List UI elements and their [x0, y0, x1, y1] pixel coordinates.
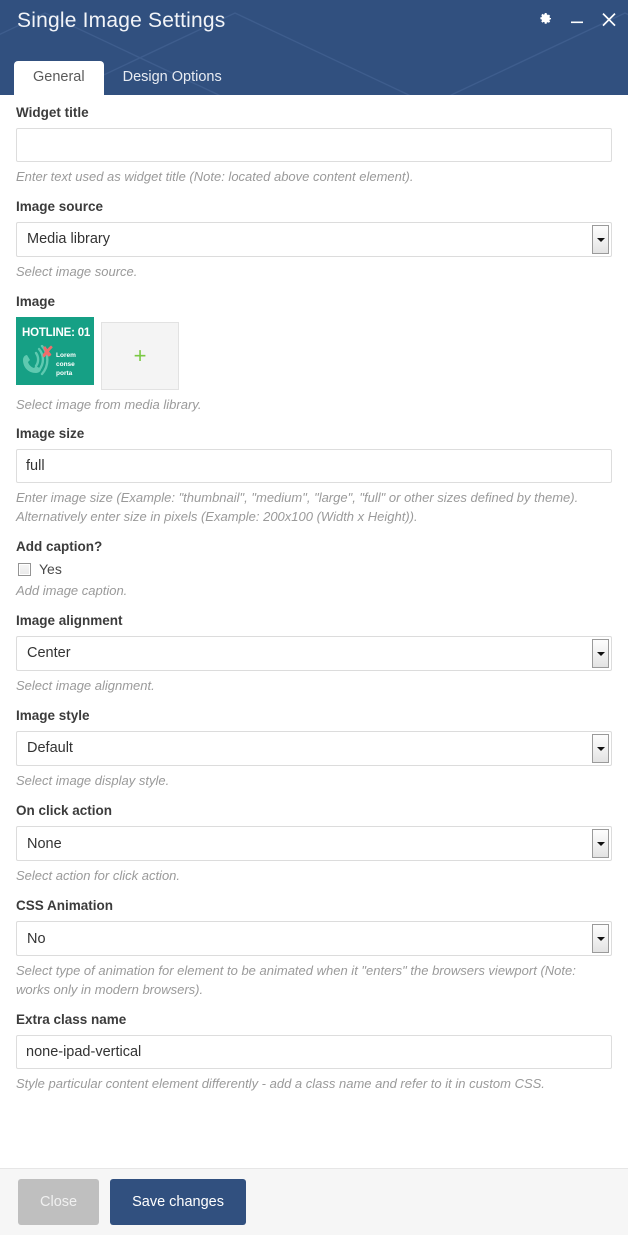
close-button[interactable]: Close	[18, 1179, 100, 1225]
dialog-footer: Close Save changes	[0, 1168, 628, 1235]
widget-title-label: Widget title	[16, 105, 89, 120]
save-changes-button[interactable]: Save changes	[110, 1179, 246, 1225]
close-icon[interactable]	[600, 9, 618, 29]
image-desc: Select image from media library.	[16, 397, 202, 413]
widget-title-input[interactable]	[16, 128, 612, 163]
image-alignment-value: Center	[27, 645, 71, 662]
field-image-size: Image size Enter image size (Example: "t…	[16, 426, 612, 527]
add-caption-label: Add caption?	[16, 538, 103, 554]
on-click-action-label: On click action	[16, 803, 113, 819]
field-image-source: Image source Media library Select image …	[16, 199, 612, 282]
field-css-animation: CSS Animation No Select type of animatio…	[16, 898, 612, 1000]
extra-class-name-desc: Style particular content element differe…	[16, 1076, 545, 1092]
css-animation-desc: Select type of animation for element to …	[16, 963, 576, 998]
image-source-value: Media library	[27, 231, 110, 248]
image-source-desc: Select image source.	[16, 264, 138, 280]
image-picker: HOTLINE: 01 ✘ Lorem conse porta +	[16, 317, 612, 391]
image-size-input[interactable]	[16, 449, 612, 484]
image-source-label: Image source	[16, 199, 104, 215]
on-click-action-value: None	[27, 835, 62, 852]
image-alignment-label: Image alignment	[16, 613, 123, 628]
image-size-label: Image size	[16, 426, 85, 442]
red-x-icon: ✘	[41, 344, 54, 362]
image-alignment-select[interactable]: Center	[16, 636, 612, 672]
field-extra-class-name: Extra class name Style particular conten…	[16, 1012, 612, 1094]
field-on-click-action: On click action None Select action for c…	[16, 803, 612, 886]
tab-bar: General Design Options	[14, 57, 241, 95]
image-size-desc: Enter image size (Example: "thumbnail", …	[16, 490, 579, 525]
add-image-button[interactable]: +	[101, 322, 179, 391]
field-add-caption: Add caption? Yes Add image caption.	[16, 539, 612, 601]
chevron-down-icon[interactable]	[592, 639, 609, 669]
image-style-label: Image style	[16, 708, 90, 724]
settings-form: Widget title Enter text used as widget t…	[0, 95, 628, 1168]
field-image-alignment: Image alignment Center Select image alig…	[16, 613, 612, 696]
extra-class-name-input[interactable]	[16, 1035, 612, 1070]
dialog-title: Single Image Settings	[17, 9, 226, 32]
add-caption-checkbox-row[interactable]: Yes	[18, 562, 612, 576]
thumbnail-lorem-text: Lorem conse porta	[56, 352, 76, 378]
chevron-down-icon[interactable]	[592, 225, 609, 255]
plus-icon: +	[133, 343, 147, 369]
extra-class-name-label: Extra class name	[16, 1011, 127, 1027]
image-thumbnail[interactable]: HOTLINE: 01 ✘ Lorem conse porta	[16, 317, 94, 386]
image-style-desc: Select image display style.	[16, 773, 170, 789]
image-style-value: Default	[27, 740, 73, 757]
field-image: Image HOTLINE: 01 ✘ Lorem conse porta + …	[16, 294, 612, 415]
image-style-select[interactable]: Default	[16, 731, 612, 767]
on-click-action-select[interactable]: None	[16, 826, 612, 862]
window-controls	[536, 9, 618, 29]
gear-icon[interactable]	[536, 9, 554, 29]
widget-title-desc: Enter text used as widget title (Note: l…	[16, 169, 414, 185]
field-image-style: Image style Default Select image display…	[16, 708, 612, 791]
add-caption-checkbox[interactable]	[18, 562, 31, 576]
minimize-icon[interactable]	[568, 9, 586, 29]
tab-general[interactable]: General	[14, 60, 104, 95]
image-source-select[interactable]: Media library	[16, 222, 612, 258]
add-caption-checkbox-label: Yes	[39, 561, 62, 578]
single-image-settings-dialog: Single Image Settings General Design Opt…	[0, 0, 628, 1235]
chevron-down-icon[interactable]	[592, 924, 609, 954]
chevron-down-icon[interactable]	[592, 829, 609, 859]
css-animation-label: CSS Animation	[16, 898, 114, 914]
field-widget-title: Widget title Enter text used as widget t…	[16, 105, 612, 187]
add-caption-desc: Add image caption.	[16, 583, 128, 599]
css-animation-value: No	[27, 930, 46, 947]
dialog-header: Single Image Settings General Design Opt…	[0, 0, 628, 95]
image-label: Image	[16, 294, 56, 310]
thumbnail-hotline-text: HOTLINE: 01	[22, 327, 91, 340]
chevron-down-icon[interactable]	[592, 734, 609, 764]
on-click-action-desc: Select action for click action.	[16, 868, 181, 884]
image-alignment-desc: Select image alignment.	[16, 678, 155, 694]
tab-design-options[interactable]: Design Options	[104, 61, 241, 95]
css-animation-select[interactable]: No	[16, 921, 612, 957]
